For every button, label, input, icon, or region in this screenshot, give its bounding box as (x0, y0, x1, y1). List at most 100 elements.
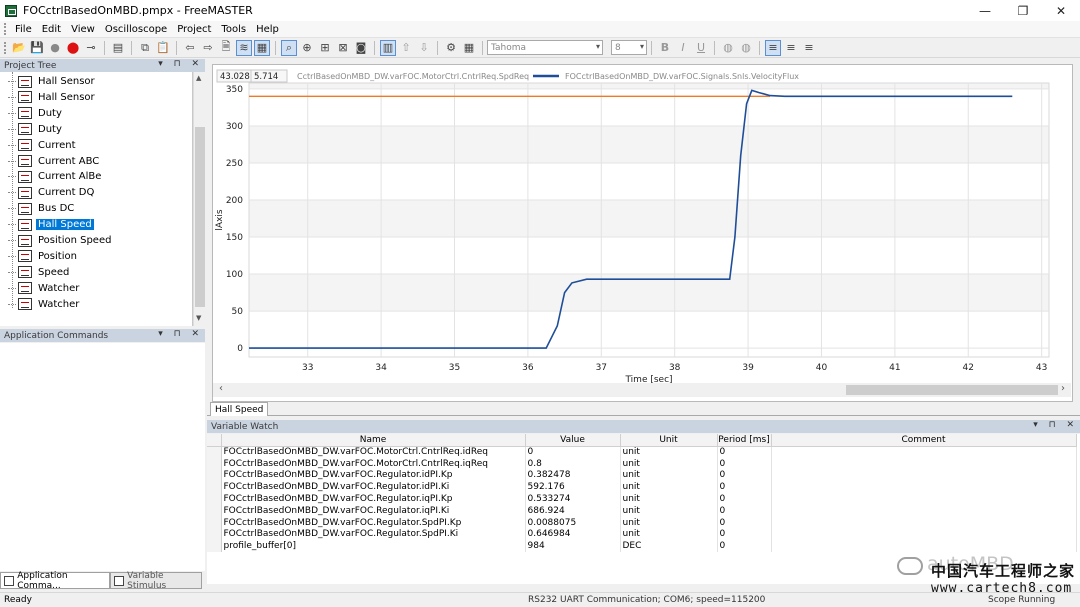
camera-icon[interactable]: ◙ (353, 40, 369, 56)
paste-icon[interactable]: 📋 (155, 40, 171, 56)
tree-item[interactable]: Hall Sensor (8, 90, 97, 105)
watch-row[interactable]: FOCctrlBasedOnMBD_DW.varFOC.MotorCtrl.Cn… (207, 446, 1077, 458)
row-selector[interactable] (207, 457, 222, 470)
scope-mode-icon[interactable]: ▦ (254, 39, 270, 56)
watch-cell-value[interactable]: 0.8 (525, 457, 621, 470)
document-icon[interactable]: 🗎 (218, 40, 234, 56)
row-selector[interactable] (207, 504, 222, 517)
tree-item[interactable]: Current DQ (8, 185, 96, 200)
color-icon[interactable]: ◍ (720, 40, 736, 56)
tree-item[interactable]: Current (8, 138, 78, 153)
watch-cell-value[interactable]: 686.924 (525, 504, 621, 517)
background-color-icon[interactable]: ◍ (738, 40, 754, 56)
maximize-button[interactable]: ❐ (1004, 0, 1042, 21)
align-right-icon[interactable]: ≡ (801, 40, 817, 56)
save-icon[interactable]: 💾 (29, 40, 45, 56)
menu-project[interactable]: Project (172, 24, 216, 35)
column-unit[interactable]: Unit (620, 434, 718, 447)
scroll-thumb[interactable] (195, 127, 205, 307)
watch-cell-value[interactable]: 592.176 (525, 481, 621, 494)
tree-item[interactable]: Speed (8, 265, 71, 280)
tab-hall-speed[interactable]: Hall Speed (210, 402, 269, 416)
menu-help[interactable]: Help (251, 24, 284, 35)
watch-cell-value[interactable]: 984 (525, 540, 621, 553)
watch-row[interactable]: profile_buffer[0] 984 DEC 0 (207, 540, 1077, 553)
watch-row[interactable]: FOCctrlBasedOnMBD_DW.varFOC.Regulator.Sp… (207, 516, 1077, 529)
tree-item[interactable]: Hall Speed (8, 217, 94, 232)
watch-row[interactable]: FOCctrlBasedOnMBD_DW.varFOC.MotorCtrl.Cn… (207, 457, 1077, 470)
row-selector[interactable] (207, 446, 222, 458)
calculator-icon[interactable]: ▦ (461, 40, 477, 56)
underline-icon[interactable]: U (693, 40, 709, 56)
row-selector[interactable] (207, 516, 222, 529)
tree-item[interactable]: Position Speed (8, 233, 113, 248)
back-arrow-icon[interactable]: ⇦ (182, 40, 198, 56)
font-size-select[interactable]: 8 ▾ (611, 40, 647, 55)
column-name[interactable]: Name (221, 434, 526, 447)
zoom-fit-icon[interactable]: ⊠ (335, 40, 351, 56)
menu-file[interactable]: File (10, 24, 37, 35)
pane-controls-icon[interactable]: ▾ ⊓ ✕ (1033, 420, 1078, 430)
tree-item[interactable]: Watcher (8, 297, 81, 312)
pane-controls-icon[interactable]: ▾ ⊓ ✕ (158, 59, 203, 69)
scroll-thumb[interactable] (846, 385, 1058, 395)
row-selector[interactable] (207, 493, 222, 505)
menu-oscilloscope[interactable]: Oscilloscope (100, 24, 172, 35)
properties-icon[interactable]: ▤ (110, 40, 126, 56)
column-period[interactable]: Period [ms] (717, 434, 772, 447)
tree-item[interactable]: Position (8, 249, 79, 264)
font-name-select[interactable]: Tahoma ▾ (487, 40, 603, 55)
italic-icon[interactable]: I (675, 40, 691, 56)
row-selector[interactable] (207, 528, 222, 541)
watch-cell-value[interactable]: 0.0088075 (525, 516, 621, 529)
watch-cell-value[interactable]: 0.382478 (525, 469, 621, 482)
tree-item[interactable]: Duty (8, 122, 64, 137)
watch-row[interactable]: FOCctrlBasedOnMBD_DW.varFOC.Regulator.id… (207, 481, 1077, 494)
watch-cell-value[interactable]: 0 (525, 446, 621, 458)
zoom-x-icon[interactable]: ⊞ (317, 40, 333, 56)
align-left-icon[interactable]: ≡ (765, 39, 781, 56)
tree-item[interactable]: Duty (8, 106, 64, 121)
watch-row[interactable]: FOCctrlBasedOnMBD_DW.varFOC.Regulator.iq… (207, 504, 1077, 517)
watch-row[interactable]: FOCctrlBasedOnMBD_DW.varFOC.Regulator.id… (207, 469, 1077, 482)
tree-item[interactable]: Watcher (8, 281, 81, 296)
tree-item[interactable]: Hall Sensor (8, 74, 97, 89)
tab-application-commands[interactable]: Application Comma... (0, 571, 110, 591)
zoom-icon[interactable]: ⌕ (281, 39, 297, 56)
row-selector[interactable] (207, 481, 222, 494)
watch-cell-value[interactable]: 0.646984 (525, 528, 621, 541)
minimize-button[interactable]: — (966, 0, 1004, 21)
watch-row[interactable]: FOCctrlBasedOnMBD_DW.varFOC.Regulator.iq… (207, 493, 1077, 505)
align-center-icon[interactable]: ≡ (783, 40, 799, 56)
tree-item[interactable]: Bus DC (8, 201, 76, 216)
arrow-up-icon[interactable]: ⇧ (398, 40, 414, 56)
column-value[interactable]: Value (525, 434, 621, 447)
tree-item[interactable]: Current ABC (8, 154, 101, 169)
watch-cell-value[interactable]: 0.533274 (525, 493, 621, 505)
settings-icon[interactable]: ⚙ (443, 40, 459, 56)
grid-icon[interactable]: ▥ (380, 39, 396, 56)
scroll-down-icon[interactable]: ▼ (196, 314, 201, 322)
chart-mode-icon[interactable]: ≋ (236, 39, 252, 56)
copy-icon[interactable]: ⧉ (137, 40, 153, 56)
key-icon[interactable]: ⊸ (83, 40, 99, 56)
column-comment[interactable]: Comment (771, 434, 1077, 447)
watch-row[interactable]: FOCctrlBasedOnMBD_DW.varFOC.Regulator.Sp… (207, 528, 1077, 541)
tab-variable-stimulus[interactable]: Variable Stimulus (110, 571, 202, 591)
row-selector[interactable] (207, 469, 222, 482)
pane-controls-icon[interactable]: ▾ ⊓ ✕ (158, 329, 203, 339)
record-icon[interactable]: ● (47, 40, 63, 56)
project-tree-scrollbar[interactable]: ▲ ▼ (193, 72, 205, 326)
forward-arrow-icon[interactable]: ⇨ (200, 40, 216, 56)
menu-tools[interactable]: Tools (216, 24, 251, 35)
close-button[interactable]: ✕ (1042, 0, 1080, 21)
zoom-in-icon[interactable]: ⊕ (299, 40, 315, 56)
scroll-left-icon[interactable]: ‹ (219, 383, 223, 394)
scroll-right-icon[interactable]: › (1061, 383, 1065, 394)
oscilloscope-chart[interactable]: 33 34 35 36 37 38 39 40 41 42 43 0 50 100 150 200 250 300… (213, 65, 1072, 385)
tree-item[interactable]: Current AlBe (8, 169, 103, 184)
bold-icon[interactable]: B (657, 40, 673, 56)
menu-view[interactable]: View (66, 24, 100, 35)
row-selector[interactable] (207, 540, 222, 553)
arrow-down-icon[interactable]: ⇩ (416, 40, 432, 56)
